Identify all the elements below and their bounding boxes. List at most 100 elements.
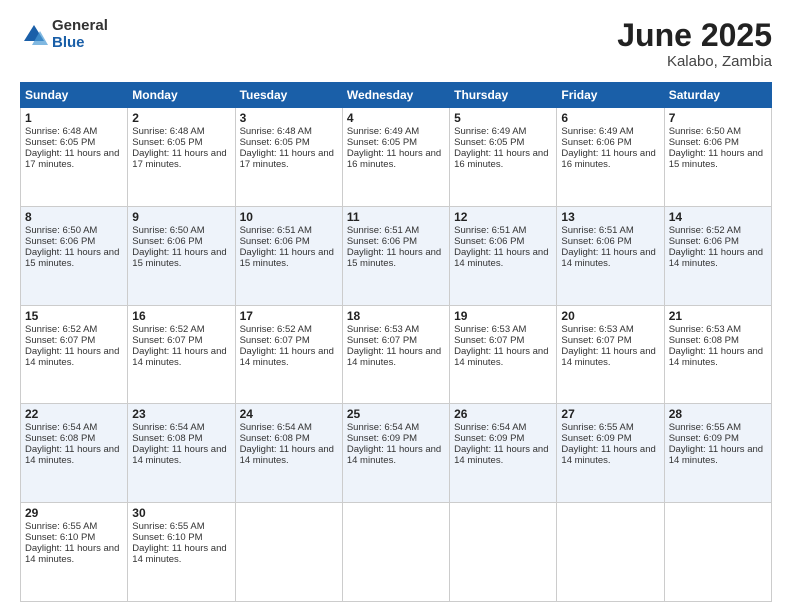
sunrise-text: Sunrise: 6:48 AM: [25, 126, 97, 137]
daylight-text: Daylight: 11 hours and 14 minutes.: [347, 444, 441, 466]
daylight-text: Daylight: 11 hours and 14 minutes.: [132, 543, 226, 565]
sunrise-text: Sunrise: 6:51 AM: [240, 225, 312, 236]
daylight-text: Daylight: 11 hours and 14 minutes.: [240, 444, 334, 466]
sunset-text: Sunset: 6:08 PM: [132, 433, 202, 444]
sunset-text: Sunset: 6:08 PM: [25, 433, 95, 444]
sunrise-text: Sunrise: 6:51 AM: [561, 225, 633, 236]
day-number: 8: [25, 210, 123, 224]
table-cell: 15Sunrise: 6:52 AMSunset: 6:07 PMDayligh…: [21, 305, 128, 404]
day-number: 5: [454, 111, 552, 125]
daylight-text: Daylight: 11 hours and 15 minutes.: [25, 247, 119, 269]
sunrise-text: Sunrise: 6:55 AM: [25, 521, 97, 532]
calendar-title: June 2025: [617, 18, 772, 53]
sunset-text: Sunset: 6:07 PM: [454, 335, 524, 346]
sunset-text: Sunset: 6:05 PM: [25, 137, 95, 148]
day-number: 14: [669, 210, 767, 224]
sunset-text: Sunset: 6:06 PM: [25, 236, 95, 247]
table-cell: 20Sunrise: 6:53 AMSunset: 6:07 PMDayligh…: [557, 305, 664, 404]
sunset-text: Sunset: 6:05 PM: [347, 137, 417, 148]
calendar-location: Kalabo, Zambia: [617, 53, 772, 70]
daylight-text: Daylight: 11 hours and 16 minutes.: [561, 148, 655, 170]
sunrise-text: Sunrise: 6:50 AM: [669, 126, 741, 137]
daylight-text: Daylight: 11 hours and 14 minutes.: [669, 346, 763, 368]
sunrise-text: Sunrise: 6:50 AM: [25, 225, 97, 236]
logo-blue-text: Blue: [52, 35, 108, 52]
sunset-text: Sunset: 6:10 PM: [132, 532, 202, 543]
table-cell: [664, 503, 771, 602]
sunrise-text: Sunrise: 6:52 AM: [669, 225, 741, 236]
day-number: 19: [454, 309, 552, 323]
daylight-text: Daylight: 11 hours and 15 minutes.: [669, 148, 763, 170]
sunset-text: Sunset: 6:08 PM: [669, 335, 739, 346]
sunset-text: Sunset: 6:06 PM: [669, 236, 739, 247]
day-number: 13: [561, 210, 659, 224]
day-number: 1: [25, 111, 123, 125]
sunrise-text: Sunrise: 6:53 AM: [347, 324, 419, 335]
sunrise-text: Sunrise: 6:50 AM: [132, 225, 204, 236]
daylight-text: Daylight: 11 hours and 14 minutes.: [454, 247, 548, 269]
day-number: 3: [240, 111, 338, 125]
col-tuesday: Tuesday: [235, 83, 342, 108]
daylight-text: Daylight: 11 hours and 14 minutes.: [561, 444, 655, 466]
sunset-text: Sunset: 6:09 PM: [561, 433, 631, 444]
table-cell: 3Sunrise: 6:48 AMSunset: 6:05 PMDaylight…: [235, 108, 342, 207]
calendar-header-row: Sunday Monday Tuesday Wednesday Thursday…: [21, 83, 772, 108]
daylight-text: Daylight: 11 hours and 14 minutes.: [669, 444, 763, 466]
daylight-text: Daylight: 11 hours and 16 minutes.: [347, 148, 441, 170]
daylight-text: Daylight: 11 hours and 14 minutes.: [347, 346, 441, 368]
daylight-text: Daylight: 11 hours and 15 minutes.: [347, 247, 441, 269]
table-cell: 5Sunrise: 6:49 AMSunset: 6:05 PMDaylight…: [450, 108, 557, 207]
sunrise-text: Sunrise: 6:54 AM: [454, 422, 526, 433]
sunrise-text: Sunrise: 6:53 AM: [669, 324, 741, 335]
sunset-text: Sunset: 6:07 PM: [347, 335, 417, 346]
title-block: June 2025 Kalabo, Zambia: [617, 18, 772, 70]
daylight-text: Daylight: 11 hours and 15 minutes.: [240, 247, 334, 269]
table-cell: 11Sunrise: 6:51 AMSunset: 6:06 PMDayligh…: [342, 206, 449, 305]
table-cell: 21Sunrise: 6:53 AMSunset: 6:08 PMDayligh…: [664, 305, 771, 404]
day-number: 7: [669, 111, 767, 125]
sunset-text: Sunset: 6:07 PM: [25, 335, 95, 346]
daylight-text: Daylight: 11 hours and 14 minutes.: [454, 444, 548, 466]
day-number: 6: [561, 111, 659, 125]
table-cell: 4Sunrise: 6:49 AMSunset: 6:05 PMDaylight…: [342, 108, 449, 207]
page: General Blue June 2025 Kalabo, Zambia Su…: [0, 0, 792, 612]
sunset-text: Sunset: 6:06 PM: [132, 236, 202, 247]
sunset-text: Sunset: 6:05 PM: [454, 137, 524, 148]
day-number: 30: [132, 506, 230, 520]
sunrise-text: Sunrise: 6:55 AM: [669, 422, 741, 433]
day-number: 18: [347, 309, 445, 323]
day-number: 23: [132, 407, 230, 421]
day-number: 27: [561, 407, 659, 421]
table-cell: 17Sunrise: 6:52 AMSunset: 6:07 PMDayligh…: [235, 305, 342, 404]
daylight-text: Daylight: 11 hours and 14 minutes.: [25, 346, 119, 368]
daylight-text: Daylight: 11 hours and 17 minutes.: [25, 148, 119, 170]
col-wednesday: Wednesday: [342, 83, 449, 108]
table-cell: 6Sunrise: 6:49 AMSunset: 6:06 PMDaylight…: [557, 108, 664, 207]
day-number: 28: [669, 407, 767, 421]
daylight-text: Daylight: 11 hours and 14 minutes.: [132, 444, 226, 466]
sunset-text: Sunset: 6:05 PM: [240, 137, 310, 148]
table-cell: 27Sunrise: 6:55 AMSunset: 6:09 PMDayligh…: [557, 404, 664, 503]
daylight-text: Daylight: 11 hours and 14 minutes.: [561, 247, 655, 269]
sunset-text: Sunset: 6:05 PM: [132, 137, 202, 148]
sunset-text: Sunset: 6:07 PM: [132, 335, 202, 346]
table-cell: [235, 503, 342, 602]
day-number: 12: [454, 210, 552, 224]
table-cell: 1Sunrise: 6:48 AMSunset: 6:05 PMDaylight…: [21, 108, 128, 207]
day-number: 21: [669, 309, 767, 323]
day-number: 17: [240, 309, 338, 323]
sunset-text: Sunset: 6:06 PM: [561, 137, 631, 148]
table-cell: 19Sunrise: 6:53 AMSunset: 6:07 PMDayligh…: [450, 305, 557, 404]
sunset-text: Sunset: 6:07 PM: [561, 335, 631, 346]
table-cell: 29Sunrise: 6:55 AMSunset: 6:10 PMDayligh…: [21, 503, 128, 602]
sunrise-text: Sunrise: 6:53 AM: [454, 324, 526, 335]
table-cell: 22Sunrise: 6:54 AMSunset: 6:08 PMDayligh…: [21, 404, 128, 503]
sunrise-text: Sunrise: 6:55 AM: [132, 521, 204, 532]
sunrise-text: Sunrise: 6:52 AM: [132, 324, 204, 335]
daylight-text: Daylight: 11 hours and 14 minutes.: [454, 346, 548, 368]
day-number: 4: [347, 111, 445, 125]
table-cell: 14Sunrise: 6:52 AMSunset: 6:06 PMDayligh…: [664, 206, 771, 305]
table-cell: 16Sunrise: 6:52 AMSunset: 6:07 PMDayligh…: [128, 305, 235, 404]
table-cell: [342, 503, 449, 602]
table-cell: 24Sunrise: 6:54 AMSunset: 6:08 PMDayligh…: [235, 404, 342, 503]
